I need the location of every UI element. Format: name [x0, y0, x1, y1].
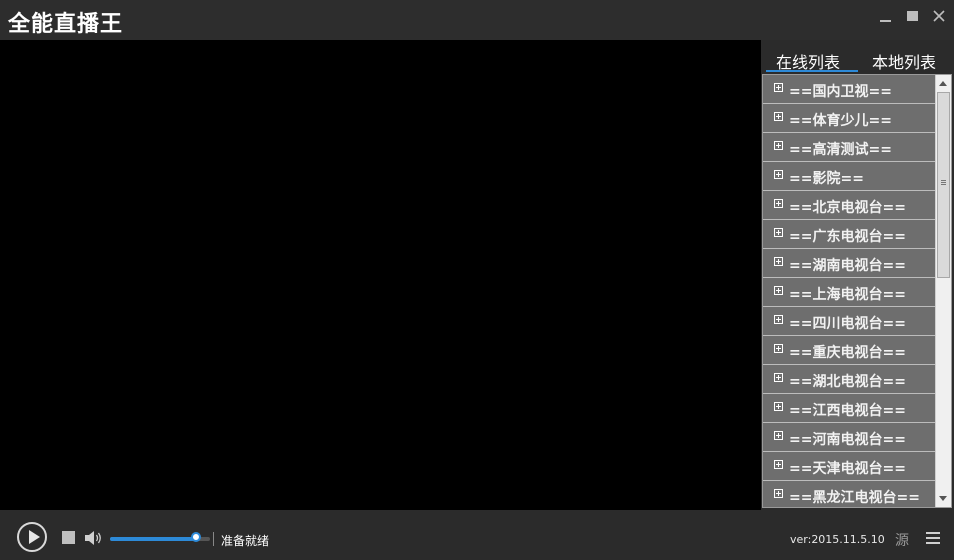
channel-group-label: ==湖南电视台==: [789, 258, 906, 274]
expand-plus-icon[interactable]: [774, 199, 783, 208]
active-tab-indicator: [766, 70, 858, 72]
channel-group-label: ==上海电视台==: [789, 287, 906, 303]
app-title: 全能直播王: [8, 12, 124, 37]
volume-slider[interactable]: [110, 532, 210, 542]
channel-group-item[interactable]: ==湖北电视台==: [763, 365, 935, 394]
channel-group-label: ==国内卫视==: [789, 84, 892, 100]
channel-items: ==国内卫视== ==体育少儿== ==高清测试== ==影院== ==北京电视台== =…: [763, 75, 935, 507]
expand-plus-icon[interactable]: [774, 315, 783, 324]
expand-plus-icon[interactable]: [774, 373, 783, 382]
channel-group-item[interactable]: ==重庆电视台==: [763, 336, 935, 365]
maximize-icon[interactable]: [904, 8, 922, 26]
channel-group-item[interactable]: ==国内卫视==: [763, 75, 935, 104]
channel-group-label: ==影院==: [789, 171, 864, 187]
control-bar: 准备就绪 ver:2015.11.5.10 源: [0, 510, 954, 560]
scroll-grip-icon: [941, 180, 946, 181]
channel-group-item[interactable]: ==河南电视台==: [763, 423, 935, 452]
channel-group-item[interactable]: ==江西电视台==: [763, 394, 935, 423]
channel-group-item[interactable]: ==影院==: [763, 162, 935, 191]
channel-group-label: ==河南电视台==: [789, 432, 906, 448]
expand-plus-icon[interactable]: [774, 83, 783, 92]
close-icon[interactable]: [930, 8, 948, 26]
volume-fill: [110, 537, 196, 541]
expand-plus-icon[interactable]: [774, 141, 783, 150]
channel-group-label: ==高清测试==: [789, 142, 892, 158]
channel-group-label: ==北京电视台==: [789, 200, 906, 216]
channel-group-item[interactable]: ==高清测试==: [763, 133, 935, 162]
scroll-thumb[interactable]: [937, 92, 950, 278]
expand-plus-icon[interactable]: [774, 112, 783, 121]
channel-group-item[interactable]: ==黑龙江电视台==: [763, 481, 935, 507]
stop-button[interactable]: [62, 531, 75, 544]
scroll-down-arrow-icon[interactable]: [939, 496, 947, 501]
channel-group-item[interactable]: ==湖南电视台==: [763, 249, 935, 278]
title-bar: 全能直播王: [0, 0, 954, 40]
channel-list: ==国内卫视== ==体育少儿== ==高清测试== ==影院== ==北京电视台== =…: [762, 74, 952, 508]
channel-group-item[interactable]: ==四川电视台==: [763, 307, 935, 336]
speaker-icon[interactable]: [84, 530, 104, 550]
expand-plus-icon[interactable]: [774, 344, 783, 353]
play-button[interactable]: [17, 522, 47, 552]
scroll-up-arrow-icon[interactable]: [939, 81, 947, 86]
expand-plus-icon[interactable]: [774, 286, 783, 295]
channel-group-label: ==体育少儿==: [789, 113, 892, 129]
channel-group-item[interactable]: ==广东电视台==: [763, 220, 935, 249]
channel-group-label: ==天津电视台==: [789, 461, 906, 477]
divider: [213, 532, 214, 546]
expand-plus-icon[interactable]: [774, 460, 783, 469]
channel-group-item[interactable]: ==上海电视台==: [763, 278, 935, 307]
playlist-tabs: 在线列表 本地列表: [761, 40, 954, 74]
channel-group-label: ==黑龙江电视台==: [789, 490, 920, 506]
channel-group-label: ==江西电视台==: [789, 403, 906, 419]
channel-group-item[interactable]: ==体育少儿==: [763, 104, 935, 133]
minimize-icon[interactable]: [877, 8, 895, 26]
channel-group-label: ==重庆电视台==: [789, 345, 906, 361]
expand-plus-icon[interactable]: [774, 228, 783, 237]
volume-knob[interactable]: [191, 532, 201, 542]
playlist-panel: 在线列表 本地列表 ==国内卫视== ==体育少儿== ==高清测试== ==影院==…: [761, 40, 954, 510]
channel-group-item[interactable]: ==北京电视台==: [763, 191, 935, 220]
tab-local-list[interactable]: 本地列表: [872, 49, 936, 73]
channel-group-label: ==四川电视台==: [789, 316, 906, 332]
expand-plus-icon[interactable]: [774, 402, 783, 411]
status-text: 准备就绪: [221, 534, 270, 548]
menu-icon[interactable]: [926, 532, 942, 544]
video-display[interactable]: [0, 40, 761, 510]
version-label: ver:2015.11.5.10: [790, 533, 885, 546]
source-button[interactable]: 源: [895, 530, 909, 550]
list-scrollbar[interactable]: [935, 75, 951, 507]
channel-group-item[interactable]: ==天津电视台==: [763, 452, 935, 481]
channel-group-label: ==湖北电视台==: [789, 374, 906, 390]
expand-plus-icon[interactable]: [774, 170, 783, 179]
channel-group-label: ==广东电视台==: [789, 229, 906, 245]
expand-plus-icon[interactable]: [774, 257, 783, 266]
expand-plus-icon[interactable]: [774, 489, 783, 498]
expand-plus-icon[interactable]: [774, 431, 783, 440]
